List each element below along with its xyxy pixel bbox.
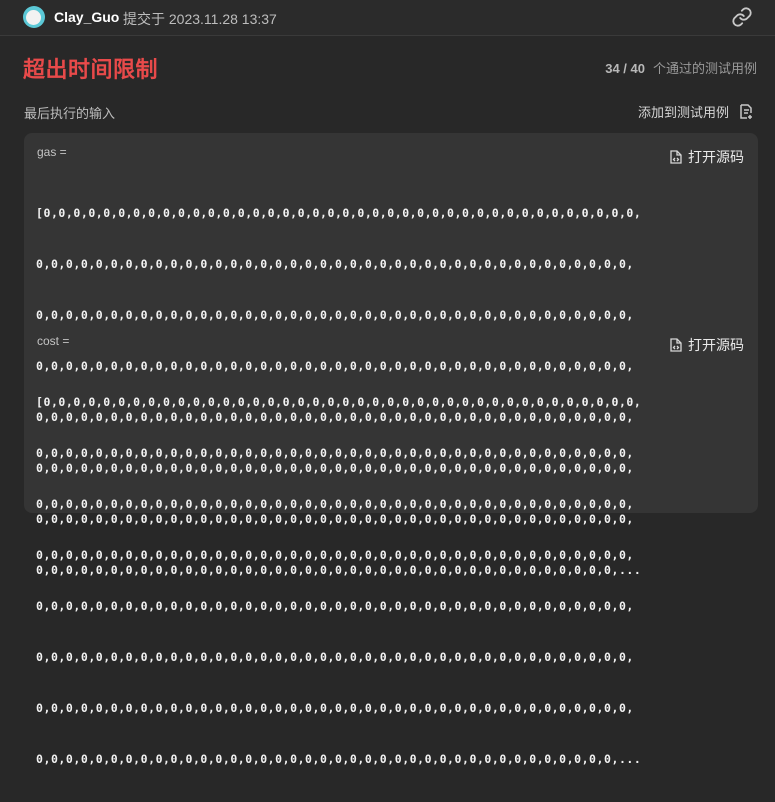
submitted-time: 提交于 2023.11.28 13:37 xyxy=(123,11,277,27)
result-status: 超出时间限制 xyxy=(23,57,159,82)
cost-open-source-button[interactable]: 打开源码 xyxy=(670,335,744,355)
value-line: 0,0,0,0,0,0,0,0,0,0,0,0,0,0,0,0,0,0,0,0,… xyxy=(36,308,634,322)
link-icon[interactable] xyxy=(731,6,753,28)
cost-open-source-label: 打开源码 xyxy=(688,337,744,353)
value-line: [0,0,0,0,0,0,0,0,0,0,0,0,0,0,0,0,0,0,0,0… xyxy=(36,206,642,220)
cost-label: cost = xyxy=(37,334,70,348)
value-line: 0,0,0,0,0,0,0,0,0,0,0,0,0,0,0,0,0,0,0,0,… xyxy=(36,446,634,460)
value-line: 0,0,0,0,0,0,0,0,0,0,0,0,0,0,0,0,0,0,0,0,… xyxy=(36,752,642,766)
gas-label: gas = xyxy=(37,145,67,159)
value-line: 0,0,0,0,0,0,0,0,0,0,0,0,0,0,0,0,0,0,0,0,… xyxy=(36,497,634,511)
value-line: 0,0,0,0,0,0,0,0,0,0,0,0,0,0,0,0,0,0,0,0,… xyxy=(36,650,634,664)
gas-open-source-button[interactable]: 打开源码 xyxy=(670,147,744,167)
value-line: 0,0,0,0,0,0,0,0,0,0,0,0,0,0,0,0,0,0,0,0,… xyxy=(36,701,634,715)
passed-count: 34 / 40 xyxy=(605,61,645,76)
value-line: [0,0,0,0,0,0,0,0,0,0,0,0,0,0,0,0,0,0,0,0… xyxy=(36,395,642,409)
passed-suffix: 个通过的测试用例 xyxy=(652,61,757,76)
value-line: 0,0,0,0,0,0,0,0,0,0,0,0,0,0,0,0,0,0,0,0,… xyxy=(36,257,634,271)
add-testcase-button[interactable]: 添加到测试用例 xyxy=(638,102,753,121)
last-input-panel: gas = 打开源码 [0,0,0,0,0,0,0,0,0,0,0,0,0,0,… xyxy=(24,133,758,766)
avatar[interactable] xyxy=(23,6,45,28)
file-code-icon xyxy=(670,150,682,164)
cost-values: [0,0,0,0,0,0,0,0,0,0,0,0,0,0,0,0,0,0,0,0… xyxy=(36,360,748,802)
passed-testcases: 34 / 40 个通过的测试用例 xyxy=(605,58,757,77)
file-code-icon xyxy=(670,338,682,352)
gas-open-source-label: 打开源码 xyxy=(688,149,744,165)
username[interactable]: Clay_Guo xyxy=(54,9,119,25)
value-line: 0,0,0,0,0,0,0,0,0,0,0,0,0,0,0,0,0,0,0,0,… xyxy=(36,548,634,562)
add-testcase-icon xyxy=(740,103,752,119)
last-input-label: 最后执行的输入 xyxy=(24,106,116,121)
add-testcase-label: 添加到测试用例 xyxy=(637,105,729,120)
submission-header: Clay_Guo 提交于 2023.11.28 13:37 xyxy=(0,0,775,36)
value-line: 0,0,0,0,0,0,0,0,0,0,0,0,0,0,0,0,0,0,0,0,… xyxy=(36,599,634,613)
